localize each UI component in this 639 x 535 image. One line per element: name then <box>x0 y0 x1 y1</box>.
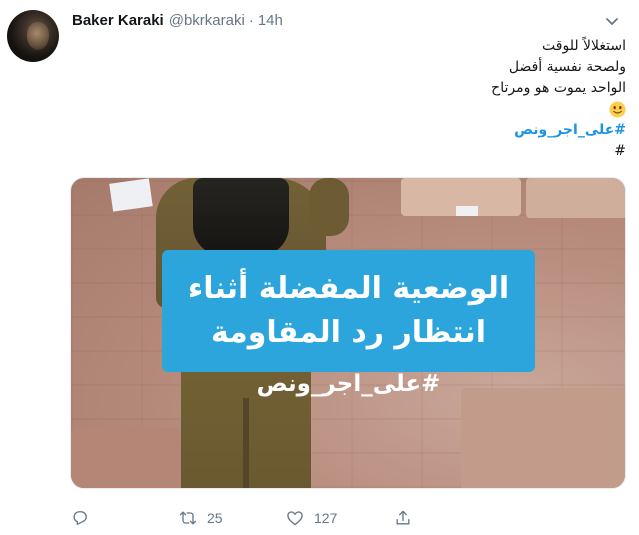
like-button[interactable]: 127 <box>285 506 337 530</box>
reply-icon <box>73 511 87 525</box>
emoji-line <box>300 99 626 120</box>
author-display-name[interactable]: Baker Karaki <box>72 12 164 29</box>
separator-dot: · <box>248 12 254 29</box>
tweet-media-image[interactable]: الوضعية المفضلة أثناء انتظار رد المقاومة… <box>70 177 626 489</box>
banner-line: الوضعية المفضلة أثناء <box>187 271 510 306</box>
wall-paper-note <box>456 206 478 216</box>
soldier-arm <box>309 178 349 236</box>
heart-icon <box>287 511 303 526</box>
share-button[interactable] <box>393 506 413 530</box>
tweet[interactable]: Baker Karaki @bkrkaraki · 14h استغلالاً … <box>0 0 639 535</box>
avatar[interactable] <box>7 10 59 62</box>
wall-stone <box>526 178 625 218</box>
tweet-text-line: استغلالاً للوقت <box>542 38 626 54</box>
banner-line: انتظار رد المقاومة <box>210 315 487 350</box>
chevron-down-icon[interactable] <box>603 12 621 30</box>
tweet-timestamp[interactable]: 14h <box>258 12 283 29</box>
wall-stone <box>461 388 625 488</box>
retweet-icon <box>179 511 197 525</box>
tweet-actions: 25 127 <box>70 506 626 530</box>
avatar-face <box>27 22 49 50</box>
media-text-banner: الوضعية المفضلة أثناء انتظار رد المقاومة <box>162 250 535 372</box>
slightly-smiling-face-icon <box>609 100 626 118</box>
tweet-header: Baker Karaki @bkrkaraki · 14h <box>72 12 283 32</box>
media-hashtag: #على_اجر_ونص <box>256 371 441 397</box>
share-icon <box>396 510 410 525</box>
author-handle[interactable]: @bkrkaraki <box>169 12 245 29</box>
legs-gap <box>243 398 249 488</box>
tweet-text: استغلالاً للوقت ولصحة نفسية أفضل الواحد … <box>300 36 626 162</box>
like-count: 127 <box>314 510 338 526</box>
reply-button[interactable] <box>70 506 99 530</box>
wall-paper-note <box>109 178 153 212</box>
hashtag-link[interactable]: #على_اجر_ونص <box>300 120 626 141</box>
trailing-hash: # <box>614 143 626 159</box>
tweet-text-line: الواحد يموت هو ومرتاح <box>491 80 626 96</box>
tweet-text-line: ولصحة نفسية أفضل <box>508 59 626 75</box>
wall-stone <box>71 428 181 488</box>
retweet-count: 25 <box>207 510 223 526</box>
retweet-button[interactable]: 25 <box>178 506 223 530</box>
backpack <box>193 178 289 256</box>
